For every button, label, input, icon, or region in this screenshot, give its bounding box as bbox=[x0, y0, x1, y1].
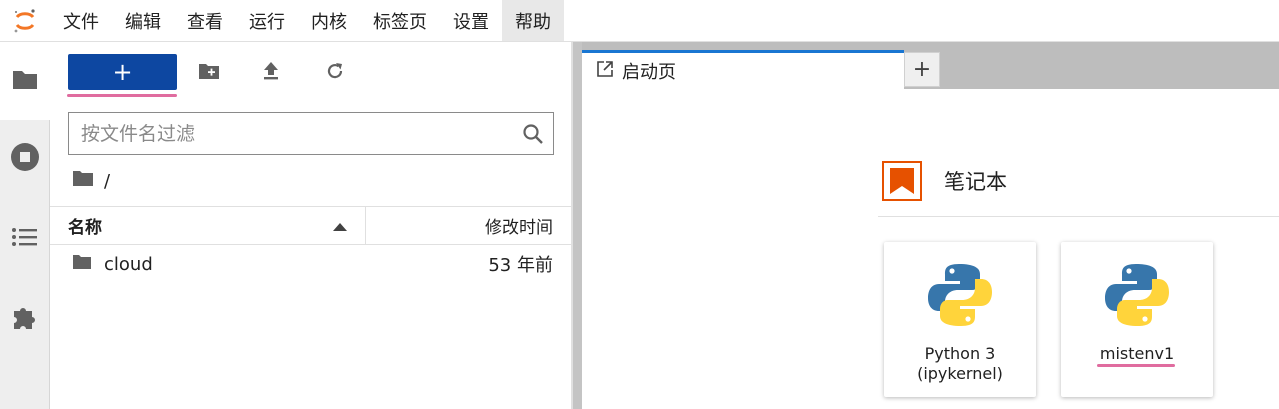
breadcrumb: / bbox=[72, 170, 110, 192]
sort-ascending-icon bbox=[333, 216, 347, 236]
file-list-item[interactable]: cloud 53 年前 bbox=[50, 245, 571, 283]
file-name: cloud bbox=[104, 253, 153, 275]
upload-button[interactable] bbox=[258, 60, 284, 86]
file-browser-panel: + / 名称 bbox=[50, 42, 571, 409]
launcher-icon bbox=[596, 60, 614, 83]
stop-circle-icon bbox=[10, 142, 40, 176]
menu-bar: 文件 编辑 查看 运行 内核 标签页 设置 帮助 bbox=[0, 0, 1279, 42]
refresh-icon bbox=[325, 61, 345, 85]
breadcrumb-root[interactable]: / bbox=[104, 171, 110, 192]
python-logo-icon bbox=[925, 260, 995, 330]
modified-column-label: 修改时间 bbox=[485, 218, 553, 238]
main-area: 启动页 + 笔记本 Python 3 (ipykernel) mistenv1 bbox=[582, 42, 1279, 409]
menu: 文件 编辑 查看 运行 内核 标签页 设置 帮助 bbox=[50, 0, 564, 41]
python-logo-icon bbox=[1102, 260, 1172, 330]
notebook-section-header: 笔记本 bbox=[882, 161, 1007, 201]
new-launcher-button[interactable]: + bbox=[68, 54, 177, 90]
section-title: 笔记本 bbox=[944, 170, 1007, 194]
name-column-header[interactable]: 名称 bbox=[50, 207, 366, 244]
kernel-card-mistenv1[interactable]: mistenv1 bbox=[1061, 242, 1213, 397]
menu-edit[interactable]: 编辑 bbox=[112, 0, 174, 41]
new-folder-icon bbox=[198, 62, 220, 84]
jupyter-logo-icon[interactable] bbox=[0, 0, 50, 41]
file-modified: 53 年前 bbox=[488, 255, 553, 276]
refresh-button[interactable] bbox=[322, 60, 348, 86]
puzzle-icon bbox=[11, 303, 39, 335]
tab-launcher[interactable]: 启动页 bbox=[582, 50, 904, 89]
menu-help[interactable]: 帮助 bbox=[502, 0, 564, 41]
notebook-icon bbox=[882, 161, 922, 201]
upload-icon bbox=[262, 61, 280, 85]
file-filter bbox=[68, 112, 554, 155]
kernel-name: Python 3 bbox=[924, 344, 996, 363]
panel-splitter[interactable] bbox=[571, 42, 582, 409]
kernel-name: mistenv1 bbox=[1099, 344, 1175, 363]
new-folder-button[interactable] bbox=[196, 60, 222, 86]
kernel-card-python3[interactable]: Python 3 (ipykernel) bbox=[884, 242, 1036, 397]
menu-kernel[interactable]: 内核 bbox=[298, 0, 360, 41]
folder-icon bbox=[12, 68, 38, 94]
kernel-name-detail: (ipykernel) bbox=[917, 364, 1003, 383]
folder-icon bbox=[72, 254, 92, 275]
tab-bar: 启动页 + bbox=[582, 42, 1279, 89]
annotation-underline bbox=[1097, 364, 1175, 367]
menu-file[interactable]: 文件 bbox=[50, 0, 112, 41]
tab-label: 启动页 bbox=[622, 62, 676, 83]
name-column-label: 名称 bbox=[68, 218, 102, 238]
section-divider bbox=[878, 216, 1279, 217]
file-browser-toolbar: + bbox=[50, 42, 571, 106]
extensions-tab[interactable] bbox=[0, 280, 49, 358]
menu-view[interactable]: 查看 bbox=[174, 0, 236, 41]
home-folder-icon[interactable] bbox=[72, 170, 94, 192]
file-browser-tab[interactable] bbox=[0, 42, 50, 120]
filter-input[interactable] bbox=[69, 113, 513, 154]
table-of-contents-tab[interactable] bbox=[0, 200, 49, 278]
file-list-header: 名称 修改时间 bbox=[50, 206, 571, 245]
menu-run[interactable]: 运行 bbox=[236, 0, 298, 41]
menu-tabs[interactable]: 标签页 bbox=[360, 0, 440, 41]
list-icon bbox=[11, 227, 38, 251]
running-sessions-tab[interactable] bbox=[0, 120, 49, 198]
annotation-underline bbox=[67, 94, 177, 97]
search-icon bbox=[513, 123, 553, 145]
modified-column-header[interactable]: 修改时间 bbox=[366, 207, 571, 244]
activity-bar bbox=[0, 42, 50, 409]
new-tab-button[interactable]: + bbox=[904, 52, 940, 87]
menu-settings[interactable]: 设置 bbox=[440, 0, 502, 41]
